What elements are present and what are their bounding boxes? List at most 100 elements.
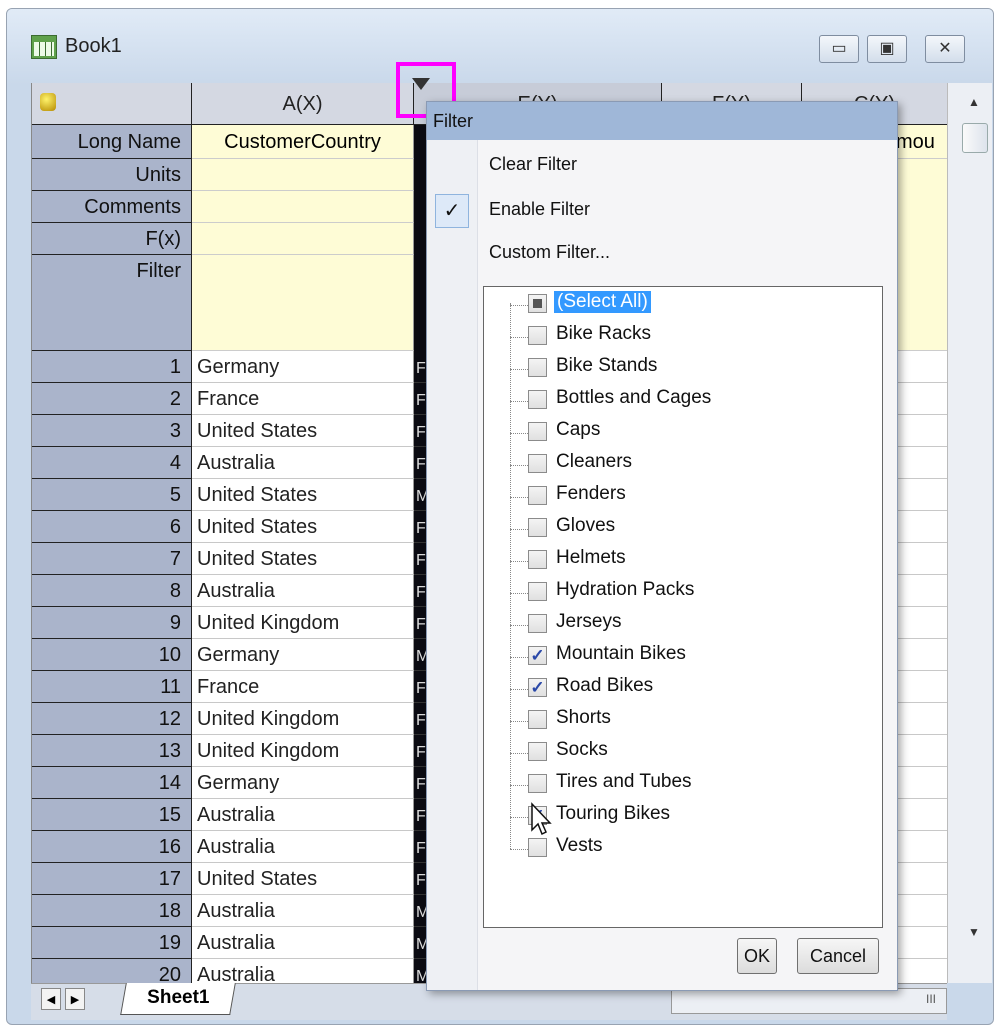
filter-checkbox[interactable]: ✓ xyxy=(528,646,547,665)
country-cell[interactable]: Australia xyxy=(192,895,414,927)
filter-checkbox[interactable] xyxy=(528,294,547,313)
c-cell[interactable] xyxy=(892,447,948,479)
c-cell[interactable] xyxy=(892,863,948,895)
custom-filter-item[interactable]: Custom Filter... xyxy=(489,242,610,263)
filter-list-item[interactable]: Fenders xyxy=(484,481,864,513)
ok-button[interactable]: OK xyxy=(737,938,777,974)
row-number[interactable]: 1 xyxy=(32,351,192,383)
filter-list-item[interactable]: ✓ Mountain Bikes xyxy=(484,641,864,673)
clear-filter-item[interactable]: Clear Filter xyxy=(489,154,577,175)
filter-checkbox[interactable] xyxy=(528,774,547,793)
filter-checkbox[interactable] xyxy=(528,326,547,345)
long-name-cell-a[interactable]: CustomerCountry xyxy=(192,125,414,159)
filter-list-item[interactable]: Bottles and Cages xyxy=(484,385,864,417)
filter-checkbox[interactable] xyxy=(528,550,547,569)
filter-checkbox[interactable] xyxy=(528,486,547,505)
country-cell[interactable]: Australia xyxy=(192,447,414,479)
filter-checkbox[interactable] xyxy=(528,582,547,601)
row-number[interactable]: 16 xyxy=(32,831,192,863)
filter-checkbox[interactable] xyxy=(528,710,547,729)
row-number[interactable]: 18 xyxy=(32,895,192,927)
country-cell[interactable]: Germany xyxy=(192,351,414,383)
c-cell[interactable] xyxy=(892,799,948,831)
country-cell[interactable]: United States xyxy=(192,863,414,895)
filter-checkbox[interactable] xyxy=(528,742,547,761)
filter-checkbox[interactable] xyxy=(528,422,547,441)
country-cell[interactable]: United Kingdom xyxy=(192,703,414,735)
filter-list-item[interactable]: Shorts xyxy=(484,705,864,737)
row-number[interactable]: 17 xyxy=(32,863,192,895)
sheet-tab[interactable]: Sheet1 xyxy=(120,983,236,1015)
filter-list-item[interactable]: Vests xyxy=(484,833,864,865)
row-number[interactable]: 2 xyxy=(32,383,192,415)
country-cell[interactable]: Australia xyxy=(192,959,414,983)
row-number[interactable]: 11 xyxy=(32,671,192,703)
column-header-a[interactable]: A(X) xyxy=(192,83,414,125)
country-cell[interactable]: Germany xyxy=(192,767,414,799)
row-number[interactable]: 7 xyxy=(32,543,192,575)
meta-cells-c[interactable] xyxy=(892,159,948,351)
row-label-long-name[interactable]: Long Name xyxy=(32,125,192,159)
c-cell[interactable] xyxy=(892,415,948,447)
horizontal-scrollbar[interactable]: III xyxy=(671,988,947,1014)
enable-filter-item[interactable]: Enable Filter xyxy=(489,199,590,220)
long-name-cell-c[interactable]: mou xyxy=(892,125,948,159)
row-label-filter[interactable]: Filter xyxy=(32,255,192,351)
filter-checkbox[interactable] xyxy=(528,390,547,409)
row-number[interactable]: 9 xyxy=(32,607,192,639)
filter-list-item[interactable]: Tires and Tubes xyxy=(484,769,864,801)
scroll-thumb[interactable] xyxy=(962,123,988,153)
row-number[interactable]: 15 xyxy=(32,799,192,831)
country-cell[interactable]: United Kingdom xyxy=(192,607,414,639)
filter-list-item[interactable]: ✓ Road Bikes xyxy=(484,673,864,705)
comments-cell-a[interactable] xyxy=(192,191,414,223)
country-cell[interactable]: United Kingdom xyxy=(192,735,414,767)
filter-checkbox[interactable] xyxy=(528,518,547,537)
row-number[interactable]: 19 xyxy=(32,927,192,959)
select-all-item[interactable]: (Select All) xyxy=(484,289,864,321)
filter-list-item[interactable]: Hydration Packs xyxy=(484,577,864,609)
filter-list-item[interactable]: Helmets xyxy=(484,545,864,577)
row-number[interactable]: 4 xyxy=(32,447,192,479)
c-cell[interactable] xyxy=(892,543,948,575)
row-label-comments[interactable]: Comments xyxy=(32,191,192,223)
filter-list-item[interactable]: Gloves xyxy=(484,513,864,545)
row-label-fx[interactable]: F(x) xyxy=(32,223,192,255)
c-cell[interactable] xyxy=(892,351,948,383)
country-cell[interactable]: France xyxy=(192,383,414,415)
vertical-scrollbar[interactable]: ▲ ▼ xyxy=(947,83,992,983)
filter-list-item[interactable]: Socks xyxy=(484,737,864,769)
filter-list-item[interactable]: Cleaners xyxy=(484,449,864,481)
row-number[interactable]: 10 xyxy=(32,639,192,671)
maximize-button[interactable]: ▣ xyxy=(867,35,907,63)
c-cell[interactable] xyxy=(892,671,948,703)
units-cell-a[interactable] xyxy=(192,159,414,191)
corner-cell[interactable] xyxy=(32,83,192,125)
row-label-units[interactable]: Units xyxy=(32,159,192,191)
country-cell[interactable]: France xyxy=(192,671,414,703)
filter-list-item[interactable]: Jerseys xyxy=(484,609,864,641)
c-cell[interactable] xyxy=(892,735,948,767)
row-number[interactable]: 13 xyxy=(32,735,192,767)
country-cell[interactable]: United States xyxy=(192,415,414,447)
filter-list-item[interactable]: Caps xyxy=(484,417,864,449)
c-cell[interactable] xyxy=(892,959,948,983)
c-cell[interactable] xyxy=(892,383,948,415)
filter-list-item[interactable]: Bike Racks xyxy=(484,321,864,353)
c-cell[interactable] xyxy=(892,927,948,959)
country-cell[interactable]: United States xyxy=(192,511,414,543)
next-sheet-icon[interactable]: ▶ xyxy=(65,988,85,1010)
c-cell[interactable] xyxy=(892,895,948,927)
c-cell[interactable] xyxy=(892,607,948,639)
scroll-down-icon[interactable]: ▼ xyxy=(968,925,980,939)
row-number[interactable]: 6 xyxy=(32,511,192,543)
country-cell[interactable]: Australia xyxy=(192,927,414,959)
c-cell[interactable] xyxy=(892,479,948,511)
c-cell[interactable] xyxy=(892,703,948,735)
close-button[interactable]: ✕ xyxy=(925,35,965,63)
scroll-up-icon[interactable]: ▲ xyxy=(968,95,980,109)
c-cell[interactable] xyxy=(892,767,948,799)
fx-cell-a[interactable] xyxy=(192,223,414,255)
prev-sheet-icon[interactable]: ◀ xyxy=(41,988,61,1010)
filter-cell-a[interactable] xyxy=(192,255,414,351)
